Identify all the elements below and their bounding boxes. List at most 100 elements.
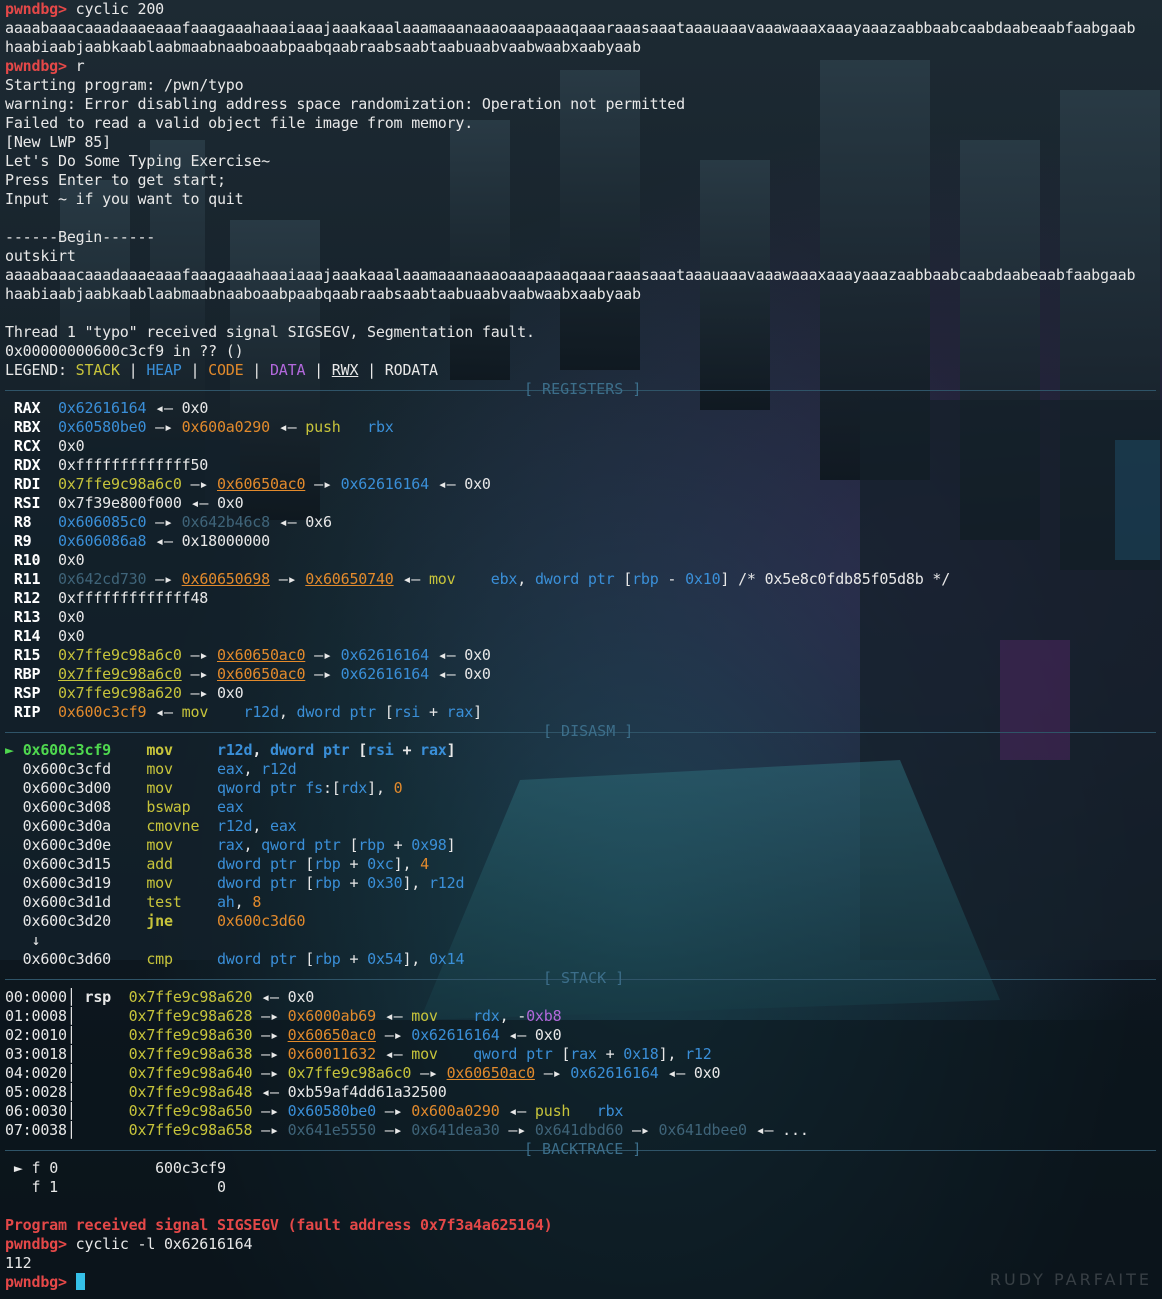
legend-label: LEGEND: [5, 361, 76, 379]
disasm-mnemonic: add [146, 855, 173, 873]
stack-address: 0x7ffe9c98a650 [128, 1102, 253, 1120]
register-name: R15 [13, 646, 41, 664]
stack-address: 0x7ffe9c98a658 [128, 1121, 253, 1139]
register-value: 0x600c3cf9 [58, 703, 147, 721]
disasm-operands: r12d, eax [216, 817, 297, 835]
disasm-operands: eax, r12d [216, 760, 297, 778]
stack-row: 06:0030│ 0x7ffe9c98a650 —▸ 0x60580be0 —▸… [5, 1102, 624, 1120]
stack-row: 07:0038│ 0x7ffe9c98a658 —▸ 0x641e5550 —▸… [5, 1121, 809, 1139]
register-value: 0x0 [58, 627, 85, 645]
register-row: RAX 0x62616164 ◂— 0x0 [5, 399, 1162, 418]
output-line: haabiaabjaabkaablaabmaabnaaboaabpaabqaab… [5, 285, 641, 303]
stack-deref: —▸ 0x6000ab69 ◂— mov rdx, -0xb8 [252, 1007, 562, 1025]
register-deref: —▸ 0x60650ac0 —▸ 0x62616164 ◂— 0x0 [181, 646, 491, 664]
stack-address: 0x7ffe9c98a648 [128, 1083, 253, 1101]
disasm-operands: dword ptr [rbp + 0x30], r12d [216, 874, 465, 892]
input-line[interactable]: pwndbg> [5, 1273, 1162, 1292]
register-name: RIP [13, 703, 41, 721]
disasm-operands: qword ptr fs:[rdx], 0 [216, 779, 403, 797]
disasm-operands: eax [216, 798, 244, 816]
registers-panel: RAX 0x62616164 ◂— 0x0 RBX 0x60580be0 —▸ … [5, 399, 1162, 722]
disasm-row-current: ► 0x600c3cf9 mov r12d, dword ptr [rsi + … [5, 741, 1162, 760]
stack-row: 01:0008│ 0x7ffe9c98a628 —▸ 0x6000ab69 ◂—… [5, 1007, 562, 1025]
disasm-address: 0x600c3d0a [22, 817, 112, 835]
backtrace-section-header: [ BACKTRACE ] [5, 1140, 1162, 1159]
disasm-mnemonic: jne [146, 912, 173, 930]
disasm-mnemonic: bswap [146, 798, 191, 816]
registers-section-header: [ REGISTERS ] [5, 380, 1162, 399]
disasm-operands: rax, qword ptr [rbp + 0x98] [216, 836, 456, 854]
register-row: R10 0x0 [5, 551, 1162, 570]
disasm-row: 0x600c3d0e mov rax, qword ptr [rbp + 0x9… [5, 836, 1162, 855]
disasm-operands: ah, 8 [216, 893, 262, 911]
register-value: 0xfffffffffffff48 [58, 589, 209, 607]
fault-message: Program received signal SIGSEGV (fault a… [5, 1216, 553, 1234]
backtrace-row: ► f 0 600c3cf9 [5, 1159, 1162, 1178]
disasm-mnemonic: mov [146, 874, 173, 892]
stack-address: 0x7ffe9c98a640 [128, 1064, 253, 1082]
disasm-operands: 0x600c3d60 [216, 912, 306, 930]
output-line: ------Begin------ [5, 228, 156, 246]
disasm-address: 0x600c3cf9 [22, 741, 112, 759]
legend-stack: STACK [75, 361, 120, 379]
stack-title: [ STACK ] [543, 969, 625, 987]
register-row: R13 0x0 [5, 608, 1162, 627]
register-deref: —▸ 0x60650ac0 —▸ 0x62616164 ◂— 0x0 [181, 665, 491, 683]
terminal-window[interactable]: pwndbg> cyclic 200 aaaabaaacaaadaaaeaaaf… [0, 0, 1162, 1299]
register-name: R11 [13, 570, 41, 588]
stack-deref: ◂— 0x0 [252, 988, 315, 1006]
legend-data: DATA [269, 361, 306, 379]
register-value: 0xfffffffffffff50 [58, 456, 209, 474]
register-row: R15 0x7ffe9c98a6c0 —▸ 0x60650ac0 —▸ 0x62… [5, 646, 1162, 665]
stack-deref: —▸ 0x7ffe9c98a6c0 —▸ 0x60650ac0 —▸ 0x626… [252, 1064, 721, 1082]
terminal-cursor[interactable] [75, 1273, 85, 1290]
disasm-address: 0x600c3d00 [22, 779, 112, 797]
register-deref: ◂— 0x18000000 [146, 532, 270, 550]
register-value: 0x7f39e800f000 [58, 494, 182, 512]
disasm-mnemonic: mov [146, 836, 173, 854]
jump-arrow-icon: ↓ [31, 931, 41, 949]
register-name: R8 [13, 513, 32, 531]
prompt: pwndbg> [5, 0, 67, 18]
legend-heap: HEAP [146, 361, 182, 379]
current-instruction-arrow-icon: ► [5, 741, 14, 759]
disasm-row: 0x600c3d15 add dword ptr [rbp + 0xc], 4 [5, 855, 1162, 874]
disasm-row: 0x600c3d19 mov dword ptr [rbp + 0x30], r… [5, 874, 1162, 893]
stack-section-header: [ STACK ] [5, 969, 1162, 988]
legend-rwx: RWX [331, 361, 359, 379]
output-line: outskirt [5, 247, 76, 265]
disasm-row: 0x600c3d00 mov qword ptr fs:[rdx], 0 [5, 779, 1162, 798]
output-line: Thread 1 "typo" received signal SIGSEGV,… [5, 323, 535, 341]
output-line: Let's Do Some Typing Exercise~ [5, 152, 270, 170]
register-name: RSP [13, 684, 41, 702]
stack-offset: 01:0008 [5, 1007, 67, 1025]
output-line: warning: Error disabling address space r… [5, 95, 685, 113]
command-line: pwndbg> r [5, 57, 1162, 76]
stack-offset: 03:0018 [5, 1045, 67, 1063]
disasm-operands: dword ptr [rbp + 0xc], 4 [216, 855, 429, 873]
command-text: r [75, 57, 85, 75]
disasm-row: 0x600c3d60 cmp dword ptr [rbp + 0x54], 0… [5, 950, 1162, 969]
backtrace-row: f 1 0 [5, 1178, 1162, 1197]
output-line: haabiaabjaabkaablaabmaabnaaboaabpaabqaab… [5, 38, 641, 56]
disasm-mnemonic: cmp [146, 950, 173, 968]
disasm-address: 0x600c3d60 [22, 950, 112, 968]
stack-offset: 05:0028 [5, 1083, 67, 1101]
register-name: RBP [13, 665, 41, 683]
stack-row: 05:0028│ 0x7ffe9c98a648 ◂— 0xb59af4dd61a… [5, 1083, 447, 1101]
prompt: pwndbg> [5, 57, 67, 75]
disasm-section-header: [ DISASM ] [5, 722, 1162, 741]
disasm-row: 0x600c3d0a cmovne r12d, eax [5, 817, 1162, 836]
lookup-result: 112 [5, 1254, 32, 1272]
frame-number: f 1 [31, 1178, 59, 1196]
register-name: RDI [13, 475, 41, 493]
disasm-address: 0x600c3d08 [22, 798, 112, 816]
register-name: RAX [13, 399, 41, 417]
stack-row: 02:0010│ 0x7ffe9c98a630 —▸ 0x60650ac0 —▸… [5, 1026, 562, 1044]
registers-title: [ REGISTERS ] [524, 380, 642, 398]
register-name: RSI [13, 494, 41, 512]
stack-panel: 00:0000│ rsp 0x7ffe9c98a620 ◂— 0x0 01:00… [5, 988, 1162, 1140]
register-row: R9 0x606086a8 ◂— 0x18000000 [5, 532, 1162, 551]
register-name: R13 [13, 608, 41, 626]
